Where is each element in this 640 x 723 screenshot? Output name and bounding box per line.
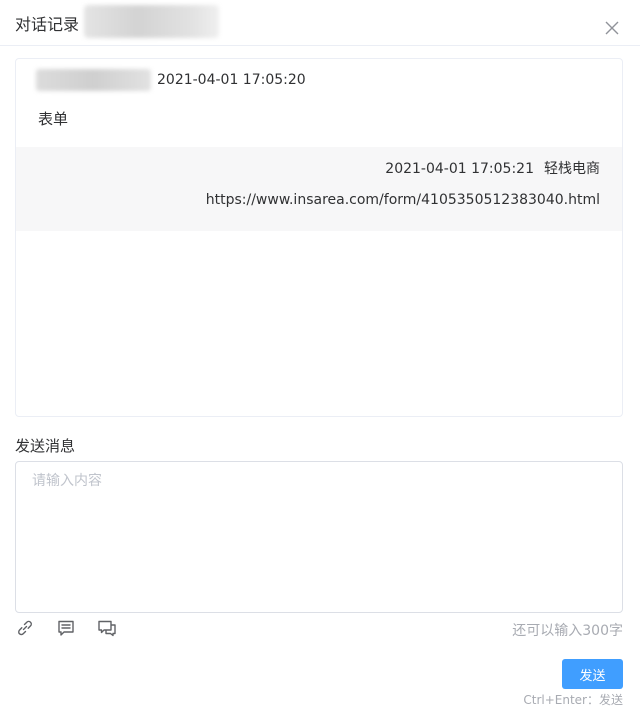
send-message-label: 发送消息 — [15, 437, 76, 455]
send-button[interactable]: 发送 — [562, 659, 623, 689]
chat-icon[interactable] — [97, 618, 117, 638]
message-input[interactable] — [15, 461, 623, 613]
message-sender: 轻栈电商 — [544, 161, 600, 177]
message-text: 表单 — [38, 110, 69, 128]
char-counter: 还可以输入300字 — [512, 623, 623, 639]
message-timestamp: 2021-04-01 17:05:20 — [157, 72, 306, 88]
message-history[interactable]: 2021-04-01 17:05:20 表单 2021-04-01 17:05:… — [15, 58, 623, 417]
message-link-text[interactable]: https://www.insarea.com/form/41053505123… — [206, 192, 600, 208]
redacted-contact-name — [84, 5, 219, 38]
redacted-sender-name — [36, 69, 151, 91]
shortcut-hint: Ctrl+Enter：发送 — [523, 693, 623, 707]
link-icon[interactable] — [15, 618, 35, 638]
dialog-header: 对话记录 — [0, 0, 640, 46]
dialog-title: 对话记录 — [15, 15, 80, 34]
message-outgoing: 2021-04-01 17:05:21 轻栈电商 https://www.insa… — [16, 147, 622, 231]
message-timestamp: 2021-04-01 17:05:21 — [385, 161, 534, 177]
message-meta: 2021-04-01 17:05:21 轻栈电商 — [385, 158, 600, 178]
comment-icon[interactable] — [56, 618, 76, 638]
close-icon[interactable] — [604, 20, 620, 36]
message-incoming: 2021-04-01 17:05:20 表单 — [16, 59, 622, 147]
